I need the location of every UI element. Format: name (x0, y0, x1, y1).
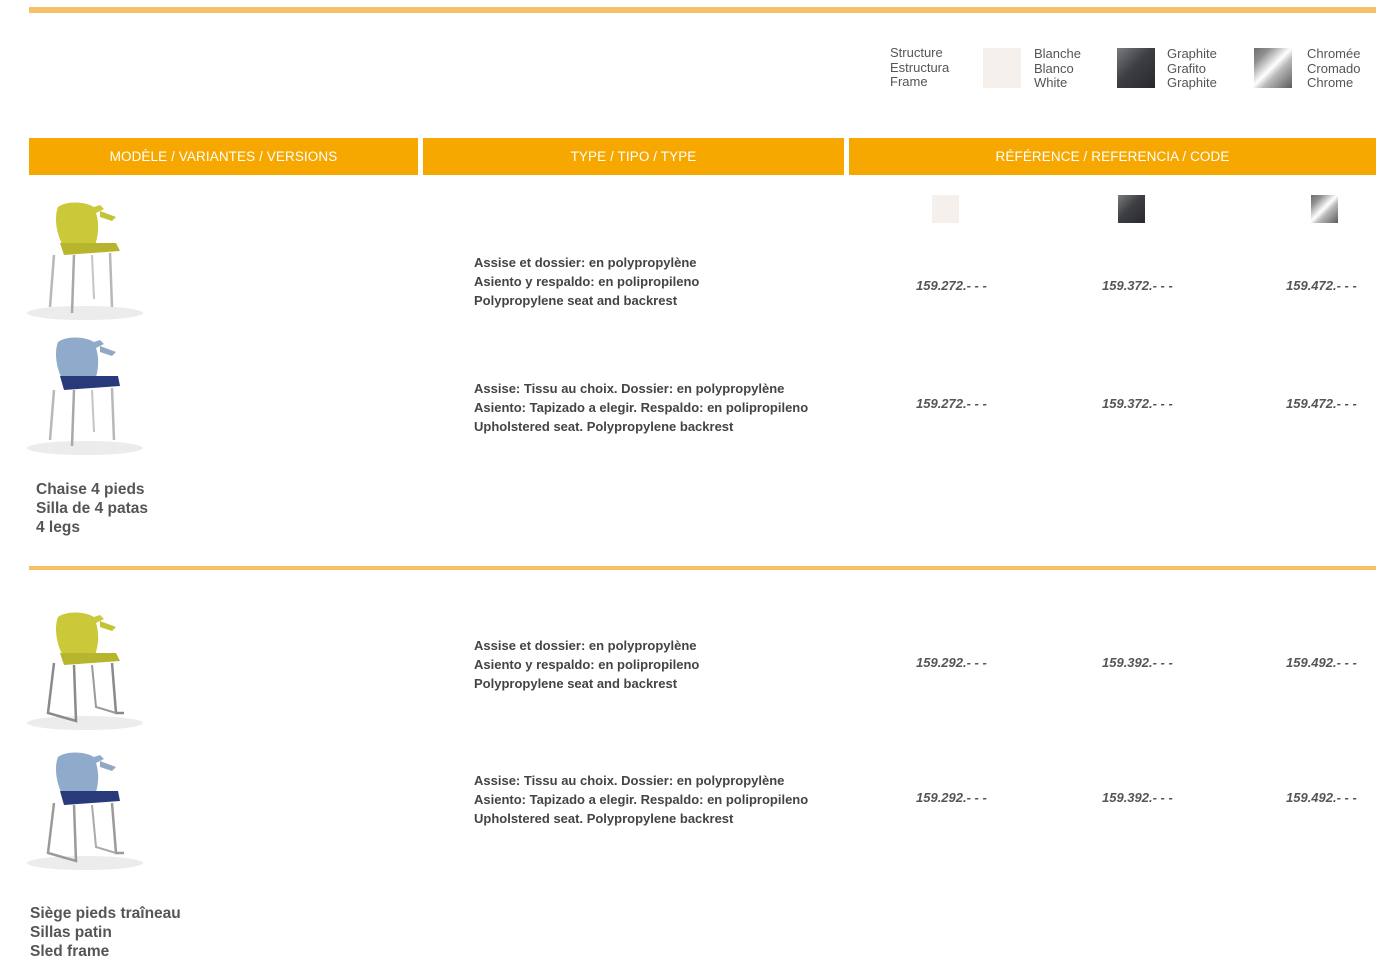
white-swatch-small (932, 195, 959, 223)
row-description: Assise et dossier: en polypropylène Asie… (474, 255, 700, 308)
top-divider (29, 7, 1376, 13)
graphite-swatch-small (1118, 195, 1145, 223)
chrome-swatch-small (1311, 195, 1338, 223)
ref-graphite: 159.392.- - - (1102, 790, 1173, 805)
ref-chrome: 159.492.- - - (1286, 655, 1357, 670)
ref-white: 159.272.- - - (916, 278, 987, 293)
model-name-sled: Siège pieds traîneau Sillas patin Sled f… (30, 905, 181, 960)
legend-chrome-label: Chromée Cromado Chrome (1307, 46, 1361, 90)
ref-white: 159.272.- - - (916, 396, 987, 411)
header-model: MODÈLE / VARIANTES / VERSIONS (29, 138, 418, 175)
white-swatch (983, 48, 1021, 88)
ref-chrome: 159.492.- - - (1286, 790, 1357, 805)
model-name-4-legs: Chaise 4 pieds Silla de 4 patas 4 legs (36, 481, 148, 536)
chair-image-yellow-4-leg (27, 202, 143, 320)
ref-chrome: 159.472.- - - (1286, 396, 1357, 411)
row-description: Assise et dossier: en polypropylène Asie… (474, 638, 700, 691)
ref-graphite: 159.372.- - - (1102, 278, 1173, 293)
chair-image-blue-sled (27, 752, 143, 870)
section-divider (29, 566, 1376, 570)
chair-image-blue-4-leg (27, 337, 143, 455)
ref-chrome: 159.472.- - - (1286, 278, 1357, 293)
legend-structure-label: Structure Estructura Frame (890, 45, 950, 89)
chrome-swatch (1254, 48, 1292, 88)
ref-graphite: 159.392.- - - (1102, 655, 1173, 670)
legend-graphite-label: Graphite Grafito Graphite (1167, 46, 1217, 90)
header-type: TYPE / TIPO / TYPE (423, 138, 844, 175)
legend-white-label: Blanche Blanco White (1034, 46, 1081, 90)
ref-graphite: 159.372.- - - (1102, 396, 1173, 411)
graphite-swatch (1117, 48, 1155, 88)
ref-white: 159.292.- - - (916, 790, 987, 805)
ref-white: 159.292.- - - (916, 655, 987, 670)
header-reference: RÉFÉRENCE / REFERENCIA / CODE (849, 138, 1376, 175)
row-description: Assise: Tissu au choix. Dossier: en poly… (474, 773, 809, 826)
row-description: Assise: Tissu au choix. Dossier: en poly… (474, 381, 809, 434)
chair-image-yellow-sled (27, 612, 143, 730)
